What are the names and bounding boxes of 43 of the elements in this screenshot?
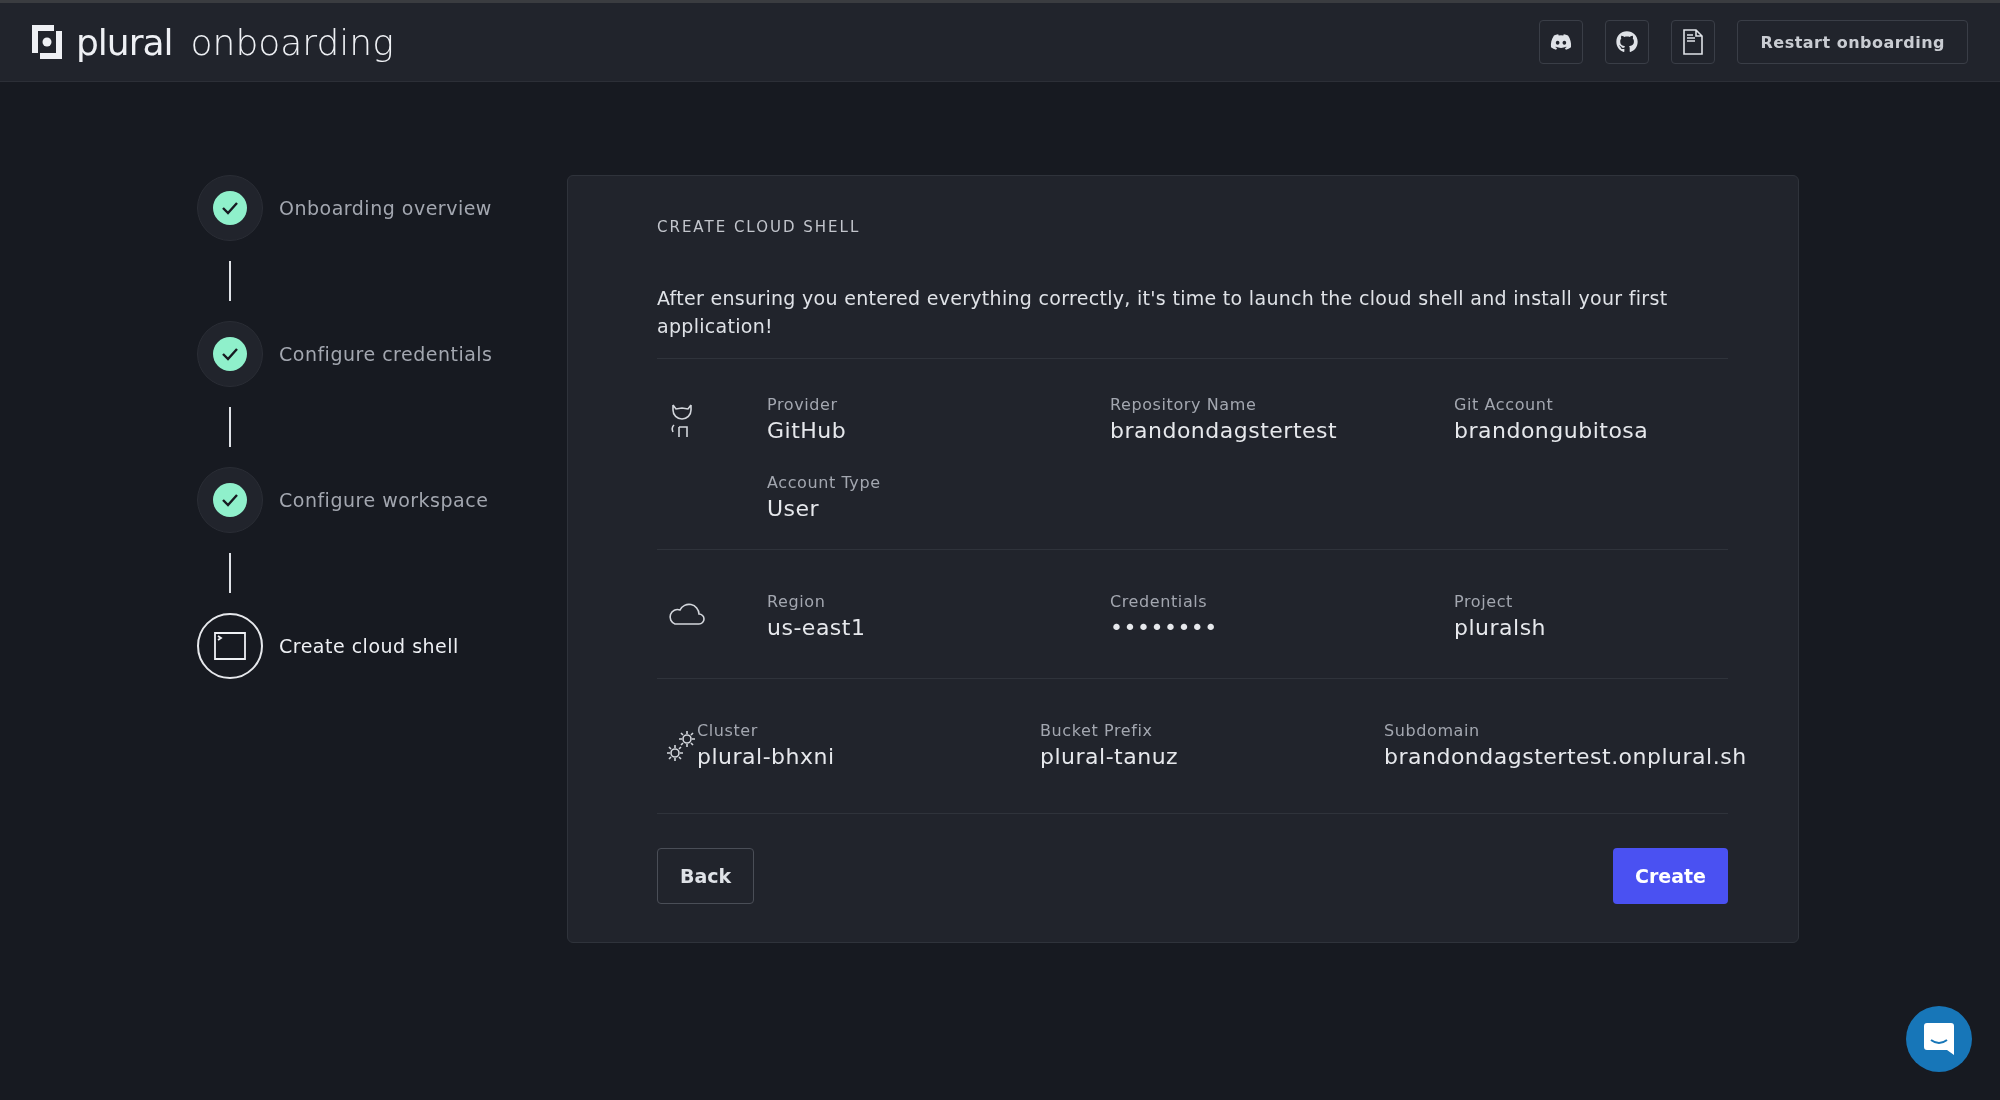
field-value: User: [767, 496, 821, 521]
back-button[interactable]: Back: [657, 848, 755, 904]
github-button[interactable]: [1605, 20, 1650, 64]
field-label: Provider: [767, 395, 839, 414]
docs-button[interactable]: [1671, 20, 1716, 64]
field-label: Subdomain: [1384, 721, 1481, 740]
field-value: us-east1: [767, 615, 867, 640]
field-value: GitHub: [767, 418, 848, 443]
document-icon: [1683, 29, 1704, 55]
step-label: Create cloud shell: [279, 635, 459, 657]
field-label: Credentials: [1110, 592, 1209, 611]
step-label: Configure workspace: [279, 489, 489, 511]
field-label: Account Type: [767, 473, 882, 492]
field-label: Repository Name: [1110, 395, 1258, 414]
restart-button[interactable]: Restart onboarding: [1737, 20, 1968, 64]
logo-text: plural: [76, 21, 173, 63]
create-button[interactable]: Create: [1613, 848, 1728, 904]
gears-icon: [667, 729, 697, 763]
field-label: Bucket Prefix: [1040, 721, 1154, 740]
card-description: After ensuring you entered everything correctly, it's time to launch the cloud shell and install your first application!: [657, 286, 1669, 339]
chat-icon: [1924, 1023, 1954, 1055]
app-title: onboarding: [190, 21, 394, 63]
field-label: Git Account: [1454, 395, 1555, 414]
field-label: Cluster: [697, 721, 759, 740]
field-value: brandondagstertest.onplural.sh: [1384, 744, 1747, 769]
field-value: pluralsh: [1454, 615, 1547, 640]
field-value: plural-tanuz: [1040, 744, 1180, 769]
field-label: Project: [1454, 592, 1514, 611]
check-icon: [221, 493, 239, 507]
card-heading: CREATE CLOUD SHELL: [657, 218, 862, 236]
field-value: brandondagstertest: [1110, 418, 1339, 443]
plural-logo-icon: [32, 25, 62, 59]
check-icon: [221, 201, 239, 215]
discord-button[interactable]: [1539, 20, 1584, 64]
field-label: Region: [767, 592, 827, 611]
field-value: plural-bhxni: [697, 744, 836, 769]
step-label: Onboarding overview: [279, 197, 492, 219]
terminal-icon: [213, 631, 247, 661]
check-icon: [221, 347, 239, 361]
step-label: Configure credentials: [279, 343, 493, 365]
field-value: brandongubitosa: [1454, 418, 1649, 443]
github-icon: [1616, 31, 1639, 53]
field-value: ••••••••: [1110, 615, 1219, 640]
